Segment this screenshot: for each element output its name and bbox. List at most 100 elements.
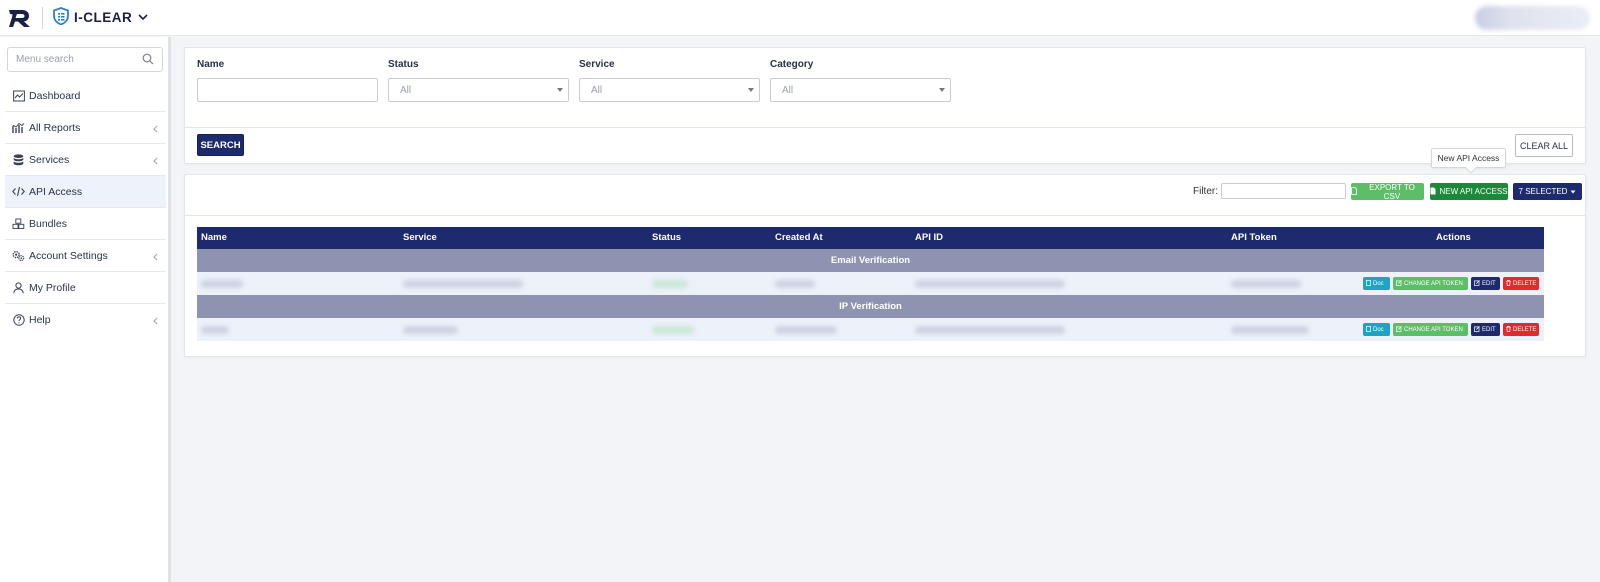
edit-label: EDIT	[1482, 280, 1496, 287]
col-header-created-at[interactable]: Created At	[775, 232, 823, 243]
logo-divider	[42, 6, 43, 29]
delete-button[interactable]: DELETE	[1503, 323, 1539, 336]
redacted-status	[652, 280, 688, 288]
table-row: Doc CHANGE API TOKEN EDIT DELETE	[197, 318, 1544, 341]
status-filter: Status All	[388, 59, 579, 102]
clear-all-button[interactable]: CLEAR ALL	[1515, 134, 1573, 157]
doc-label: Doc	[1373, 326, 1384, 333]
filter-divider	[185, 127, 1585, 128]
sidebar-item-api-access[interactable]: API Access	[5, 176, 166, 208]
export-csv-button[interactable]: EXPORT TO CSV	[1351, 182, 1424, 201]
sidebar-item-services[interactable]: Services	[5, 144, 166, 176]
user-icon	[12, 281, 25, 294]
redacted-service	[403, 280, 523, 288]
menu-search-input[interactable]	[16, 54, 136, 65]
status-select[interactable]: All	[388, 78, 569, 102]
r-logo-icon[interactable]	[8, 7, 34, 29]
group-row-ip-verification: IP Verification	[197, 295, 1544, 318]
filter-panel: Name Status All Service All Category All	[184, 47, 1586, 164]
sidebar-item-label: Help	[29, 314, 51, 326]
sidebar-item-my-profile[interactable]: My Profile	[5, 272, 166, 304]
chevron-left-icon	[153, 124, 158, 136]
user-menu[interactable]	[1475, 6, 1590, 30]
service-select[interactable]: All	[579, 78, 760, 102]
name-filter: Name	[197, 59, 388, 102]
edit-icon	[1474, 325, 1480, 334]
redacted-api-token	[1231, 280, 1301, 288]
table-filter-label: Filter:	[1193, 186, 1218, 197]
redacted-created-at	[775, 326, 837, 334]
new-api-access-tooltip: New API Access	[1431, 148, 1506, 168]
sidebar-item-label: Services	[29, 153, 70, 166]
brand[interactable]: I-CLEAR	[53, 7, 132, 28]
col-header-name[interactable]: Name	[201, 232, 227, 243]
pencil-square-icon	[1396, 279, 1402, 288]
chevron-left-icon	[153, 316, 158, 328]
edit-icon	[1474, 279, 1480, 288]
doc-button[interactable]: Doc	[1363, 277, 1390, 290]
table-header: Name Service Status Created At API ID AP…	[197, 227, 1544, 249]
name-filter-input[interactable]	[197, 78, 378, 102]
chevron-left-icon	[153, 156, 158, 168]
change-api-token-button[interactable]: CHANGE API TOKEN	[1393, 323, 1468, 336]
category-filter: Category All	[770, 59, 961, 102]
status-select-value: All	[400, 84, 412, 96]
menu-search	[7, 47, 163, 72]
settings-icon	[12, 249, 25, 262]
search-button[interactable]: SEARCH	[197, 134, 244, 156]
dropdown-arrow-icon	[748, 88, 754, 92]
service-filter: Service All	[579, 59, 770, 102]
group-row-email-verification: Email Verification	[197, 249, 1544, 272]
col-header-service[interactable]: Service	[403, 232, 437, 243]
sidebar-item-account-settings[interactable]: Account Settings	[5, 240, 166, 272]
redacted-status	[652, 326, 694, 334]
sidebar-item-all-reports[interactable]: All Reports	[5, 112, 166, 144]
edit-button[interactable]: EDIT	[1471, 323, 1500, 336]
new-api-access-button[interactable]: NEW API ACCESS	[1430, 183, 1508, 200]
search-icon[interactable]	[142, 53, 154, 68]
help-icon	[12, 314, 25, 327]
table-filter-input[interactable]	[1221, 183, 1346, 199]
col-header-status[interactable]: Status	[652, 232, 681, 243]
brand-name: I-CLEAR	[74, 10, 133, 25]
doc-button[interactable]: Doc	[1363, 323, 1390, 336]
col-header-api-token[interactable]: API Token	[1231, 232, 1277, 243]
chevron-down-icon[interactable]	[138, 14, 148, 21]
pencil-square-icon	[1396, 325, 1402, 334]
sidebar-item-help[interactable]: Help	[5, 304, 166, 336]
sidebar-item-label: My Profile	[29, 281, 76, 294]
redacted-name	[201, 326, 229, 334]
export-csv-label: EXPORT TO CSV	[1369, 182, 1415, 201]
doc-label: Doc	[1373, 280, 1384, 287]
edit-button[interactable]: EDIT	[1471, 277, 1500, 290]
category-select[interactable]: All	[770, 78, 951, 102]
selected-label: 7 SELECTED	[1518, 187, 1568, 196]
redacted-created-at	[775, 280, 815, 288]
columns-selected-dropdown[interactable]: 7 SELECTED	[1513, 183, 1582, 200]
sidebar-item-label: Dashboard	[29, 89, 81, 102]
doc-icon	[1366, 325, 1371, 334]
sidebar: Dashboard All Reports Services API Ac	[0, 37, 171, 582]
col-header-api-id[interactable]: API ID	[915, 232, 943, 243]
sidebar-item-label: Account Settings	[29, 249, 108, 262]
database-icon	[12, 153, 25, 166]
change-api-token-label: CHANGE API TOKEN	[1404, 326, 1463, 333]
delete-button[interactable]: DELETE	[1503, 277, 1539, 290]
code-icon	[12, 185, 25, 198]
new-api-access-label: NEW API ACCESS	[1439, 187, 1508, 196]
delete-label: DELETE	[1513, 326, 1537, 333]
sidebar-item-label: API Access	[29, 185, 83, 198]
filter-row: Name Status All Service All Category All	[197, 59, 961, 102]
delete-label: DELETE	[1513, 280, 1537, 287]
change-api-token-label: CHANGE API TOKEN	[1404, 280, 1463, 287]
sidebar-item-bundles[interactable]: Bundles	[5, 208, 166, 240]
sidebar-nav: Dashboard All Reports Services API Acces…	[5, 80, 166, 336]
toolbar-divider	[185, 215, 1585, 216]
service-select-value: All	[591, 84, 603, 96]
sidebar-item-dashboard[interactable]: Dashboard	[5, 80, 166, 112]
bundles-icon	[12, 217, 25, 230]
top-bar: I-CLEAR	[0, 0, 1600, 36]
change-api-token-button[interactable]: CHANGE API TOKEN	[1393, 277, 1468, 290]
redacted-api-id	[915, 280, 1065, 288]
row-actions: Doc CHANGE API TOKEN EDIT DELETE	[1363, 277, 1539, 290]
